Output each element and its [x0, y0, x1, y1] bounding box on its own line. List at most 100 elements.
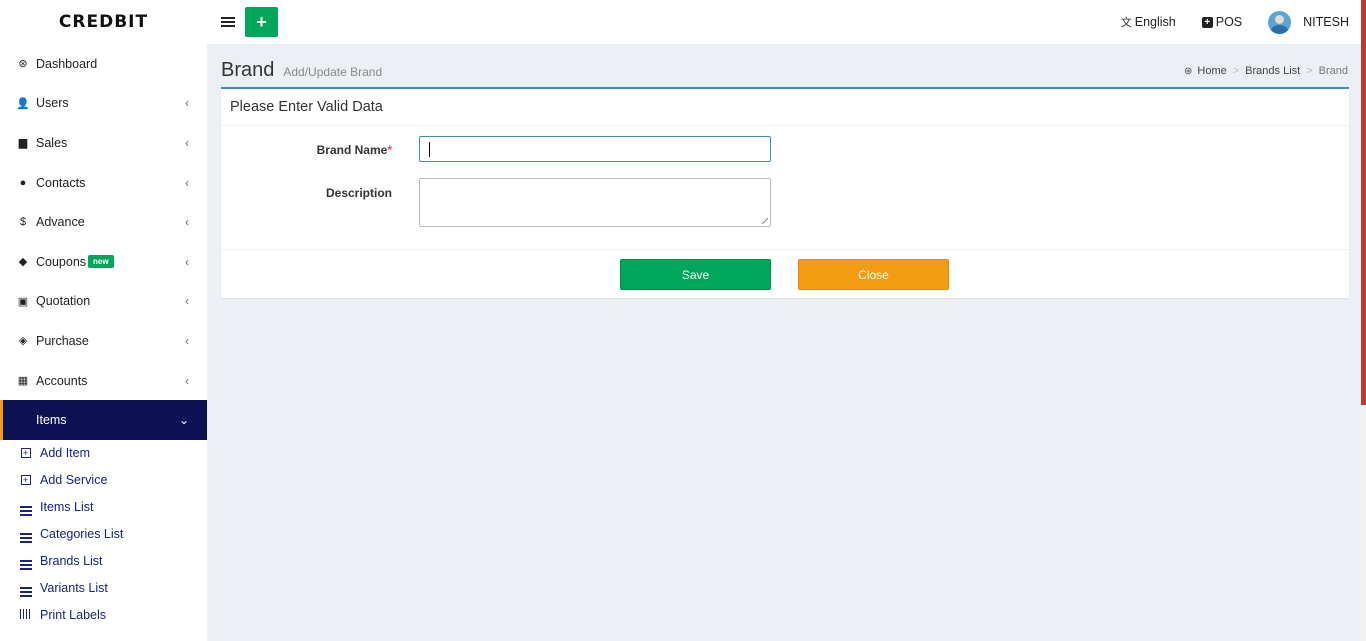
language-label: English [1134, 15, 1176, 29]
submenu-item-brands-list[interactable]: Brands List [0, 548, 207, 575]
submenu-item-items-list[interactable]: Items List [0, 494, 207, 521]
dashboard-icon: ⊛ [18, 58, 28, 71]
sidebar-item-quotation[interactable]: ▣ Quotation ‹ [0, 282, 207, 322]
breadcrumb-brands-list[interactable]: Brands List [1245, 65, 1300, 77]
sidebar: ⊛ Dashboard 👤 Users ‹ ▆ Sales ‹ ● Contacts ‹ $ Advan… [0, 44, 207, 641]
submenu-item-variants-list[interactable]: Variants List [0, 575, 207, 602]
sidebar-item-advance[interactable]: $ Advance ‹ [0, 202, 207, 242]
sidebar-item-accounts[interactable]: ▦ Accounts ‹ [0, 361, 207, 401]
brand-name-input[interactable] [419, 136, 771, 162]
top-right-menu: 文 English + POS NITESH [1095, 0, 1361, 44]
brand-name-row: Brand Name* [221, 143, 392, 157]
tags-icon: ◆ [18, 256, 28, 269]
scrollbar-thumb[interactable] [1361, 0, 1366, 405]
breadcrumb-separator: > [1232, 65, 1240, 77]
sidebar-item-label: Accounts [36, 373, 88, 388]
submenu-item-label: Brands List [40, 554, 103, 569]
sidebar-item-sales[interactable]: ▆ Sales ‹ [0, 123, 207, 163]
form-footer: Save Close [221, 249, 1349, 298]
grid-icon: ▦ [17, 375, 29, 388]
sidebar-item-label: Users [36, 96, 69, 111]
submenu-item-categories-list[interactable]: Categories List [0, 521, 207, 548]
user-menu[interactable]: NITESH [1268, 10, 1349, 34]
sidebar-item-items[interactable]: Items ⌄ [0, 400, 207, 440]
submenu-item-print-labels[interactable]: Print Labels [0, 602, 207, 629]
breadcrumb: ⊛ Home > Brands List > Brand [1184, 65, 1348, 77]
submenu-item-label: Variants List [40, 581, 108, 596]
list-icon [19, 526, 32, 543]
menu-toggle-icon[interactable] [221, 17, 235, 27]
chevron-left-icon: ‹ [185, 333, 189, 348]
breadcrumb-home[interactable]: Home [1197, 65, 1226, 77]
submenu-item-label: Add Item [40, 446, 91, 461]
submenu-item-label: Categories List [40, 527, 124, 542]
sidebar-item-label: Sales [36, 135, 68, 150]
sidebar-item-dashboard[interactable]: ⊛ Dashboard [0, 44, 207, 84]
dollar-icon: $ [19, 216, 27, 229]
brand-form-box: Please Enter Valid Data Brand Name* Desc… [221, 87, 1349, 298]
sidebar-item-label: Advance [36, 215, 85, 230]
plus-square-icon: + [1201, 16, 1213, 28]
breadcrumb-separator: > [1306, 65, 1313, 77]
submenu-item-label: Items List [40, 500, 94, 515]
cart-icon: ▆ [18, 137, 28, 150]
main-content: Brand Add/Update Brand ⊛ Home > Brands L… [207, 44, 1361, 641]
text-caret [429, 142, 430, 157]
chevron-left-icon: ‹ [185, 96, 189, 111]
sidebar-item-contacts[interactable]: ● Contacts ‹ [0, 163, 207, 203]
description-row: Description [221, 186, 392, 200]
breadcrumb-current: Brand [1318, 65, 1348, 77]
submenu-item-label: Print Labels [40, 608, 107, 623]
chevron-down-icon: ⌄ [178, 413, 189, 428]
calendar-plus-icon: ▣ [17, 295, 29, 308]
brand-name-label: Brand Name* [316, 143, 392, 157]
list-icon [19, 580, 32, 597]
pos-label: POS [1215, 15, 1243, 29]
plus-square-icon: + [19, 474, 32, 486]
sidebar-item-label: Dashboard [36, 56, 98, 71]
new-badge: new [88, 255, 114, 269]
required-mark: * [387, 143, 392, 157]
app-logo[interactable]: CREDBIT [0, 0, 207, 44]
list-icon [19, 499, 32, 516]
close-button[interactable]: Close [798, 259, 949, 290]
sidebar-item-label: Purchase [36, 333, 89, 348]
dashboard-icon: ⊛ [1184, 65, 1193, 77]
sidebar-item-label: Quotation [36, 294, 91, 309]
avatar [1268, 10, 1292, 34]
chevron-left-icon: ‹ [185, 294, 189, 309]
language-icon: 文 [1120, 17, 1132, 29]
description-textarea[interactable] [419, 178, 771, 227]
submenu-item-label: Add Service [40, 473, 108, 488]
sidebar-item-label: Items [36, 413, 67, 428]
user-plus-icon: 👤 [16, 97, 30, 110]
save-button[interactable]: Save [620, 259, 771, 290]
sidebar-item-purchase[interactable]: ◈ Purchase ‹ [0, 321, 207, 361]
language-selector[interactable]: 文 English [1121, 14, 1176, 30]
chevron-left-icon: ‹ [185, 373, 189, 388]
chevron-left-icon: ‹ [185, 254, 189, 269]
pos-link[interactable]: + POS [1201, 15, 1243, 29]
plus-square-icon: + [19, 447, 32, 459]
description-label: Description [325, 186, 392, 200]
sidebar-item-label: Coupons [36, 254, 87, 269]
chevron-left-icon: ‹ [185, 135, 189, 150]
quick-add-button[interactable]: + [245, 7, 278, 37]
page-scrollbar[interactable] [1361, 0, 1366, 641]
page-header: Brand Add/Update Brand [221, 59, 382, 82]
users-icon: ● [19, 176, 27, 189]
page-subtitle: Add/Update Brand [283, 65, 383, 79]
submenu-item-add-item[interactable]: + Add Item [0, 440, 207, 467]
chevron-left-icon: ‹ [185, 175, 189, 190]
form-header: Please Enter Valid Data [221, 89, 1349, 126]
sidebar-item-users[interactable]: 👤 Users ‹ [0, 84, 207, 124]
list-icon [19, 553, 32, 570]
barcode-icon [19, 608, 32, 622]
sidebar-item-coupons[interactable]: ◆ Coupons new ‹ [0, 242, 207, 282]
sidebar-item-label: Contacts [36, 175, 86, 190]
cube-icon: ◈ [18, 335, 28, 348]
chevron-left-icon: ‹ [185, 215, 189, 230]
user-name: NITESH [1303, 15, 1349, 29]
submenu-item-add-service[interactable]: + Add Service [0, 467, 207, 494]
top-navbar: CREDBIT + 文 English + POS NITESH [0, 0, 1361, 44]
